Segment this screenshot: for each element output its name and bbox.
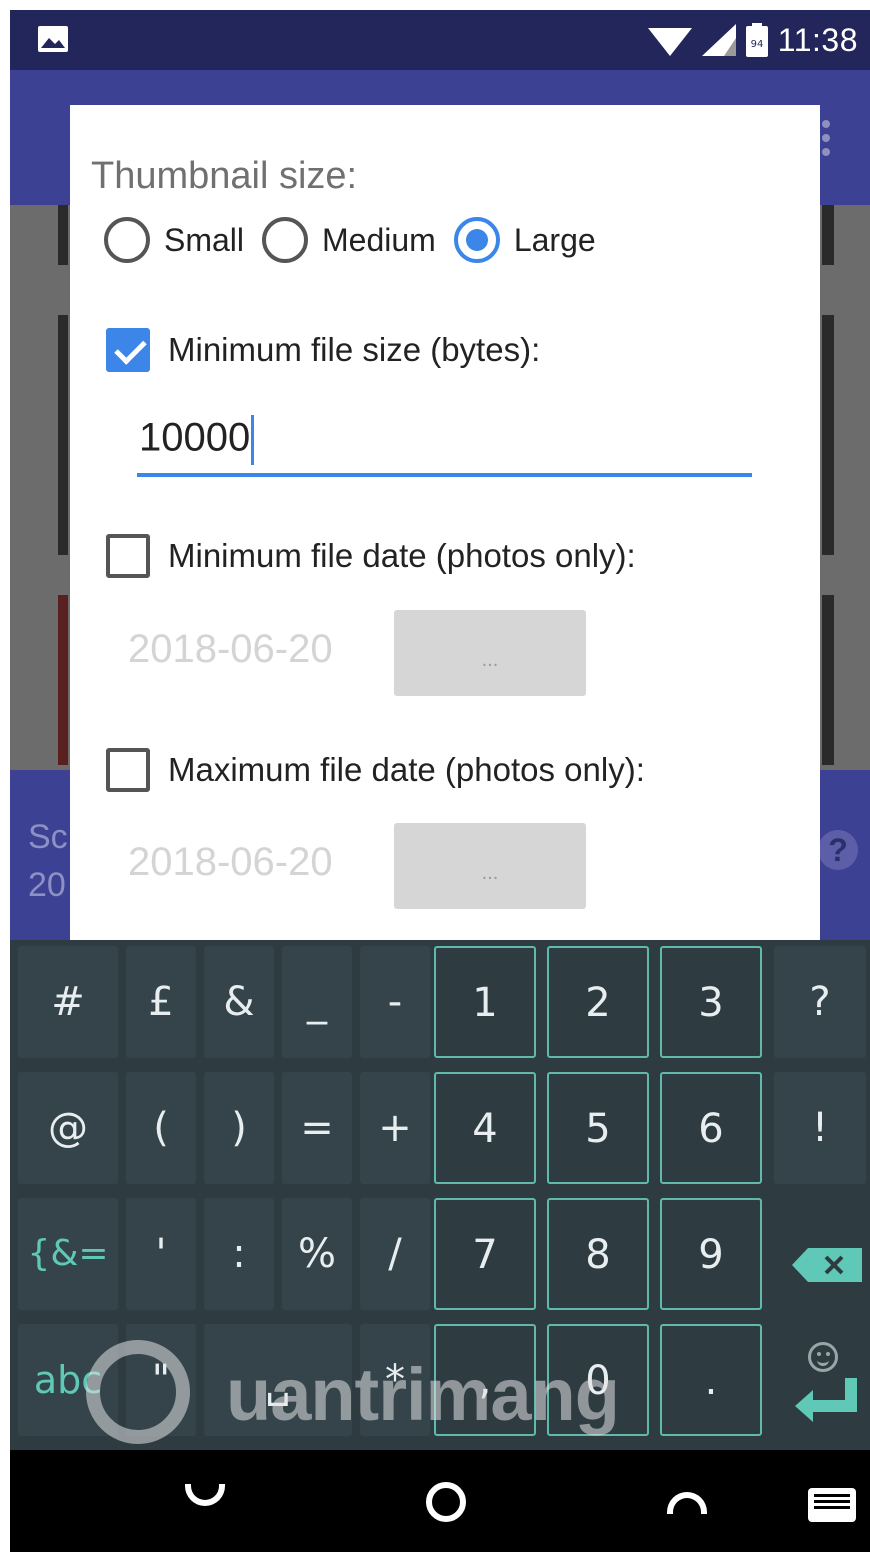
key-pound[interactable]: £ [126,946,196,1058]
key-5[interactable]: 5 [547,1072,649,1184]
key-2[interactable]: 2 [547,946,649,1058]
key-slash[interactable]: / [360,1198,430,1310]
key-exclamation[interactable]: ! [774,1072,866,1184]
symbol-keyboard: # £ & _ - 1 2 3 ? @ ( ) = + 4 5 6 ! {&= … [10,940,870,1450]
key-3[interactable]: 3 [660,946,762,1058]
status-bar: 94 11:38 [10,10,870,70]
key-6[interactable]: 6 [660,1072,762,1184]
key-4[interactable]: 4 [434,1072,536,1184]
key-1[interactable]: 1 [434,946,536,1058]
recents-icon[interactable] [667,1492,707,1514]
radio-medium-circle[interactable] [262,217,309,263]
min-file-date-checkbox[interactable] [106,534,150,578]
min-file-size-value[interactable]: 10000 [139,416,250,460]
app-bottom-text-2: 20 [28,866,66,904]
filter-dialog: Thumbnail size: Small Medium Large Minim… [70,105,820,940]
navigation-bar [10,1450,870,1552]
key-percent[interactable]: % [282,1198,352,1310]
max-file-date-row[interactable]: Maximum file date (photos only): [106,747,645,793]
radio-small-label[interactable]: Small [164,222,244,259]
radio-large[interactable]: Large [453,217,596,263]
gallery-notification-icon [38,26,68,52]
enter-icon[interactable] [795,1378,857,1422]
wifi-icon [647,28,692,56]
keyboard-switch-icon[interactable] [808,1488,856,1522]
key-equals[interactable]: = [282,1072,352,1184]
key-8[interactable]: 8 [547,1198,649,1310]
overflow-menu-icon [822,120,832,162]
key-abc[interactable]: abc [18,1324,118,1436]
key-apostrophe[interactable]: ' [126,1198,196,1310]
max-file-date-value: 2018-06-20 [128,840,333,884]
app-bottom-text-1: Sc [28,818,68,856]
radio-medium-label[interactable]: Medium [322,222,436,259]
text-caret [251,415,255,465]
radio-small-circle[interactable] [104,217,150,263]
key-plus[interactable]: + [360,1072,430,1184]
min-file-size-checkbox[interactable] [106,328,150,372]
key-more-symbols[interactable]: {&= [18,1198,118,1310]
back-icon[interactable] [185,1484,225,1506]
min-file-date-label[interactable]: Minimum file date (photos only): [168,537,636,575]
key-9[interactable]: 9 [660,1198,762,1310]
clock: 11:38 [777,21,858,58]
key-space[interactable]: ␣ [204,1324,352,1436]
min-file-size-row[interactable]: Minimum file size (bytes): [106,327,540,373]
battery-icon: 94 [745,23,768,57]
help-icon[interactable]: ? [818,830,858,870]
min-file-size-input[interactable]: 10000 [137,405,752,477]
radio-large-label[interactable]: Large [514,222,596,259]
thumbnail-size-radio-group: Small Medium Large [104,215,614,265]
min-file-date-value: 2018-06-20 [128,627,333,671]
radio-small[interactable]: Small [104,217,244,263]
key-comma[interactable]: , [434,1324,536,1436]
key-minus[interactable]: - [360,946,430,1058]
key-underscore[interactable]: _ [282,946,352,1058]
min-file-date-row[interactable]: Minimum file date (photos only): [106,533,636,579]
battery-level: 94 [750,39,763,50]
key-0[interactable]: 0 [547,1324,649,1436]
android-screen: 94 11:38 Sc 20 ? Thumbnail size: Small M… [10,10,870,1552]
key-double-quote[interactable]: " [126,1324,196,1436]
backspace-icon[interactable] [792,1248,862,1282]
home-icon[interactable] [426,1482,466,1522]
radio-medium[interactable]: Medium [262,217,436,263]
key-open-paren[interactable]: ( [126,1072,196,1184]
key-question[interactable]: ? [774,946,866,1058]
key-at[interactable]: @ [18,1072,118,1184]
key-asterisk[interactable]: * [360,1324,430,1436]
min-file-size-label[interactable]: Minimum file size (bytes): [168,331,540,369]
min-file-date-picker-button[interactable]: ... [394,610,586,696]
max-file-date-checkbox[interactable] [106,748,150,792]
key-ampersand[interactable]: & [204,946,274,1058]
radio-large-circle[interactable] [453,217,500,263]
status-icons: 94 11:38 [647,21,858,58]
key-colon[interactable]: : [204,1198,274,1310]
emoji-icon[interactable] [808,1342,838,1372]
key-period[interactable]: . [660,1324,762,1436]
cell-signal-icon [701,24,736,56]
thumbnail-size-title: Thumbnail size: [91,155,358,197]
key-hash[interactable]: # [18,946,118,1058]
key-7[interactable]: 7 [434,1198,536,1310]
key-close-paren[interactable]: ) [204,1072,274,1184]
max-file-date-picker-button[interactable]: ... [394,823,586,909]
max-file-date-label[interactable]: Maximum file date (photos only): [168,751,645,789]
